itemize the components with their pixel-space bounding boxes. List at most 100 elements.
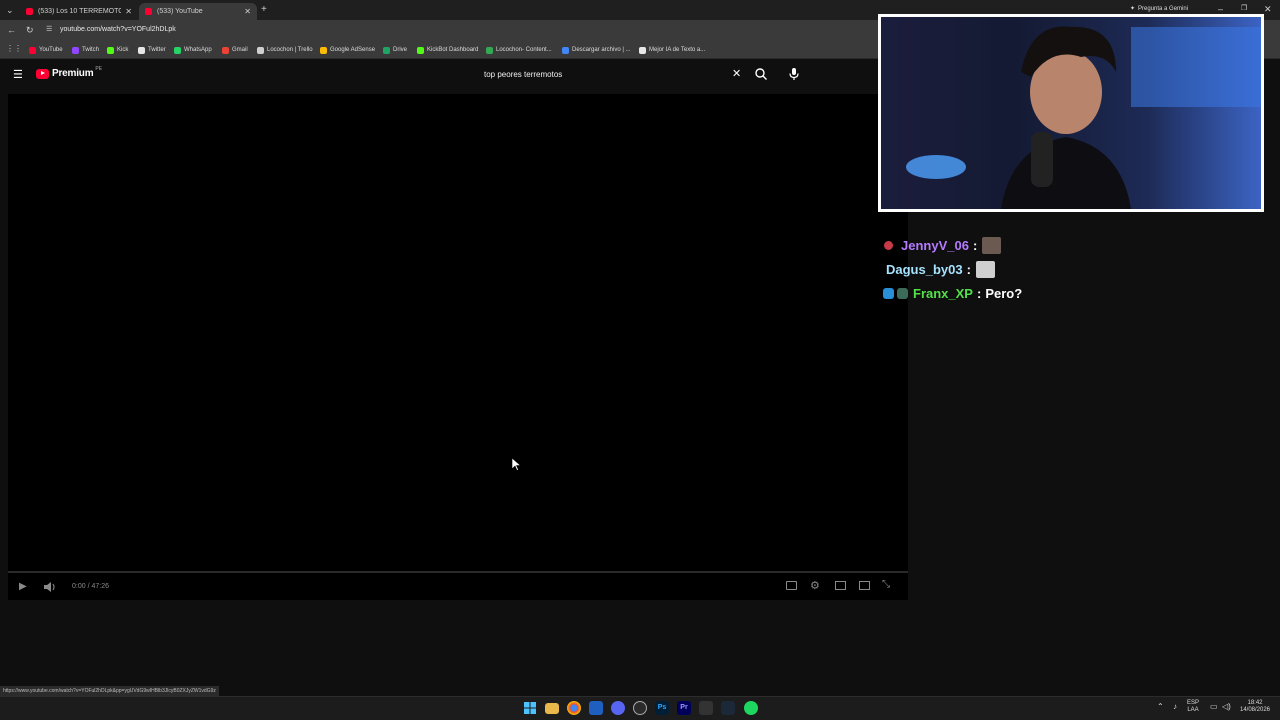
region-code: PE [95, 65, 103, 72]
bookmark-item[interactable]: Descargar archivo | ... [562, 45, 631, 55]
bookmark-label: Mejor IA de Texto a... [649, 47, 706, 53]
bookmark-item[interactable]: Kick [107, 45, 128, 55]
url-field[interactable]: youtube.com/watch?v=YOFul2hDLpk [60, 26, 176, 33]
streamer-camera-icon [881, 17, 1261, 209]
bookmark-item[interactable]: Twitter [138, 45, 166, 55]
discord-icon[interactable] [611, 701, 625, 715]
bookmark-label: Drive [393, 47, 408, 53]
search-icon [755, 68, 767, 80]
bookmark-label: Descargar archivo | ... [572, 47, 631, 53]
tab-title: (533) YouTube [157, 8, 203, 15]
video-player[interactable] [8, 94, 908, 600]
gemini-label: Pregunta a Gemini [1138, 5, 1189, 12]
xbox-icon[interactable] [699, 701, 713, 715]
chat-message: JennyV_06 : [884, 237, 1002, 254]
close-tab-icon[interactable]: ✕ [244, 7, 251, 16]
bookmark-item[interactable]: Mejor IA de Texto a... [639, 45, 705, 55]
chat-message: Dagus_by03 : [886, 261, 995, 278]
tab-search-icon[interactable]: ⌄ [6, 5, 14, 16]
close-tab-icon[interactable]: ✕ [125, 7, 132, 16]
clock[interactable]: 18:42 14/08/2026 [1238, 700, 1272, 714]
apps-grid-icon[interactable]: ⋮⋮ [6, 44, 22, 53]
clear-search-icon[interactable]: ✕ [732, 67, 741, 80]
bookmark-favicon-icon [138, 46, 145, 54]
chat-message-text: Pero? [985, 286, 1023, 301]
progress-bar[interactable] [8, 571, 908, 573]
webcam-overlay [878, 14, 1264, 212]
file-explorer-icon[interactable] [545, 703, 559, 714]
start-button[interactable] [523, 701, 537, 715]
site-info-icon[interactable]: ☰ [46, 25, 52, 33]
bookmark-label: Locochon- Content... [496, 47, 552, 53]
bookmark-item[interactable]: Google AdSense [320, 45, 375, 55]
speaker-icon[interactable]: ◁) [1222, 702, 1231, 711]
chat-badge-icon [884, 241, 893, 250]
tray-overflow-icon[interactable]: ⌃ [1157, 702, 1164, 711]
bookmark-item[interactable]: Gmail [222, 45, 248, 55]
bookmark-item[interactable]: Locochon- Content... [486, 45, 552, 55]
settings-gear-icon[interactable]: ⚙ [810, 579, 820, 592]
minimize-window-icon[interactable]: – [1218, 4, 1223, 14]
search-input[interactable] [484, 66, 746, 82]
chat-username: Dagus_by03 [886, 262, 963, 277]
bookmark-favicon-icon [486, 46, 493, 54]
microphone-icon [789, 68, 799, 80]
gemini-button[interactable]: ✦ Pregunta a Gemini [1130, 5, 1189, 13]
bookmark-item[interactable]: Locochon | Trello [257, 45, 313, 55]
time-display: 0:00 / 47:26 [72, 583, 109, 590]
bookmark-label: KickBot Dashboard [427, 47, 479, 53]
close-window-icon[interactable]: ✕ [1264, 4, 1272, 15]
bookmark-favicon-icon [222, 46, 229, 54]
bookmark-label: Twitch [82, 47, 100, 53]
voice-search-button[interactable] [788, 67, 800, 86]
chat-emote-icon [982, 237, 1002, 254]
bookmark-label: Twitter [148, 47, 166, 53]
miniplayer-icon[interactable] [835, 581, 846, 590]
tab-youtube[interactable]: (533) YouTube ✕ [139, 3, 257, 20]
bookmark-item[interactable]: WhatsApp [174, 45, 212, 55]
microphone-tray-icon[interactable]: ♪ [1173, 702, 1177, 711]
clock-time: 18:42 [1247, 700, 1263, 706]
photoshop-icon[interactable]: Ps [655, 701, 669, 715]
reload-icon[interactable]: ↻ [26, 25, 34, 36]
bookmark-favicon-icon [29, 46, 36, 54]
volume-button[interactable] [43, 580, 57, 598]
bookmark-favicon-icon [257, 46, 264, 54]
premiere-icon[interactable]: Pr [677, 701, 691, 715]
obs-icon[interactable] [633, 701, 647, 715]
gemini-icon: ✦ [1130, 6, 1136, 12]
bookmark-item[interactable]: Drive [383, 45, 407, 55]
fullscreen-icon[interactable]: ⤡ [882, 579, 890, 590]
bookmark-item[interactable]: Twitch [72, 45, 99, 55]
language-indicator[interactable]: ESP LAA [1187, 700, 1199, 714]
new-tab-button[interactable]: + [261, 4, 267, 15]
bookmark-label: Gmail [232, 47, 248, 53]
youtube-premium-logo[interactable]: Premium PE [36, 65, 103, 79]
back-icon[interactable]: ← [7, 25, 16, 35]
chat-emote-icon [975, 261, 995, 278]
chat-username: JennyV_06 [901, 238, 969, 253]
subtitles-icon[interactable] [786, 581, 797, 590]
bookmark-item[interactable]: YouTube [29, 45, 63, 55]
bookmark-favicon-icon [417, 46, 424, 54]
bookmark-item[interactable]: KickBot Dashboard [417, 45, 478, 55]
tab-terremotos[interactable]: (533) Los 10 TERREMOTOS más ✕ [20, 3, 138, 20]
chat-message: Franx_XP : Pero? [883, 286, 1022, 301]
spotify-icon[interactable] [744, 701, 758, 715]
search-button[interactable] [754, 67, 768, 86]
bookmark-favicon-icon [639, 46, 646, 54]
bookmark-favicon-icon [107, 46, 114, 54]
theater-mode-icon[interactable] [859, 581, 870, 590]
chat-separator: : [972, 238, 978, 253]
chrome-icon[interactable] [567, 701, 581, 715]
trello-icon[interactable] [589, 701, 603, 715]
bookmark-favicon-icon [174, 46, 181, 54]
steam-icon[interactable] [721, 701, 735, 715]
bookmark-label: Kick [117, 47, 129, 53]
youtube-play-icon [36, 68, 49, 79]
network-icon[interactable]: ▭ [1210, 702, 1218, 711]
play-button[interactable]: ▶ [19, 581, 27, 592]
menu-icon[interactable]: ☰ [13, 68, 23, 81]
restore-window-icon[interactable]: ❐ [1241, 4, 1247, 12]
bookmark-label: Google AdSense [330, 47, 376, 53]
